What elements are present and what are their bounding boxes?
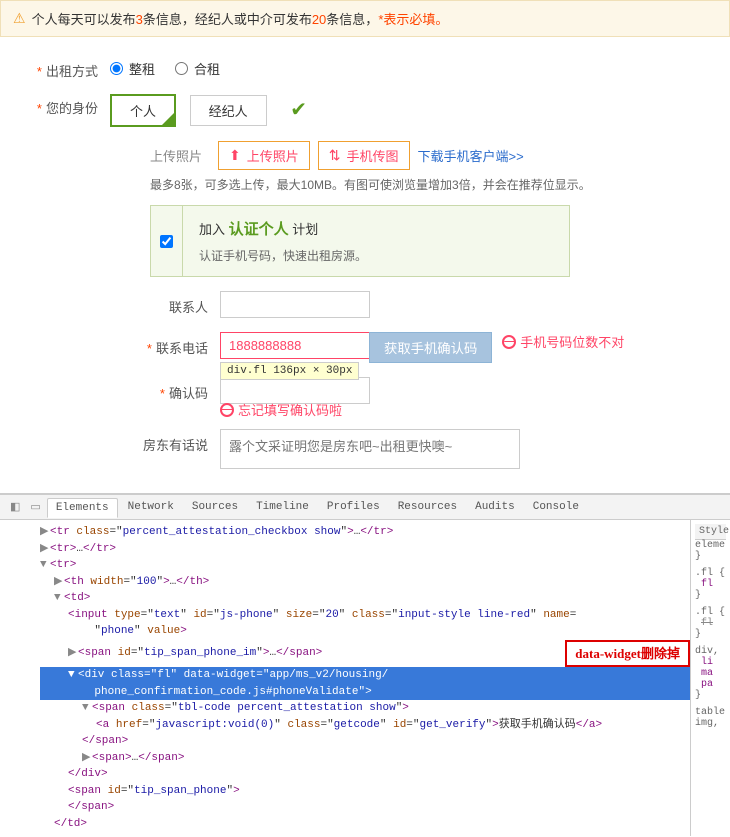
tab-audits[interactable]: Audits [467,498,523,516]
tab-agent[interactable]: 经纪人 [190,95,267,126]
label-comment: 房东有话说 [20,429,220,454]
row-phone: *联系电话 获取手机确认码 —手机号码位数不对 div.fl 136px × 3… [20,332,710,363]
radio-share[interactable]: 合租 [175,59,220,78]
upload-label: 上传照片 [150,146,202,165]
tab-console[interactable]: Console [525,498,587,516]
row-contact: 联系人 [20,291,710,318]
tab-network[interactable]: Network [120,498,182,516]
warning-icon: ⚠ [13,10,26,27]
tab-sources[interactable]: Sources [184,498,246,516]
tab-elements[interactable]: Elements [47,498,118,518]
code-error: —忘记填写确认码啦 [220,400,710,419]
label-phone: *联系电话 [20,332,220,357]
label-identity: *您的身份 [20,94,110,117]
notice-bar: ⚠ 个人每天可以发布3条信息，经纪人或中介可发布20条信息，*表示必填。 [0,0,730,37]
row-identity: *您的身份 个人 经纪人 ✔ [20,94,710,127]
notice-text: 个人每天可以发布3条信息，经纪人或中介可发布20条信息，*表示必填。 [32,9,449,28]
device-icon[interactable]: ▭ [26,500,44,514]
row-comment: 房东有话说 [20,429,710,469]
upload-section: 上传照片 ⬆上传照片 ⇅手机传图 下载手机客户端>> 最多8张，可多选上传，最大… [150,141,710,277]
radio-share-input[interactable] [175,62,188,75]
upload-hint: 最多8张，可多选上传，最大10MB。有图可使浏览量增加3倍，并会在推荐位显示。 [150,176,710,193]
check-icon: ✔ [290,99,307,121]
label-contact: 联系人 [20,291,220,316]
cert-sub: 认证手机号码，快速出租房源。 [199,247,367,264]
devtools-tabs: ◧ ▭ Elements Network Sources Timeline Pr… [0,495,730,520]
upload-photo-button[interactable]: ⬆上传照片 [218,141,310,170]
error-icon: — [220,403,234,417]
inspector-tooltip: div.fl 136px × 30px [220,362,359,380]
form-area: *出租方式 整租 合租 *您的身份 个人 经纪人 ✔ 上传照片 ⬆上传照片 ⇅手… [0,37,730,493]
devtools-styles-pane[interactable]: Style eleme } .fl { fl } .fl { fl } div,… [690,520,730,836]
phone-error: —手机号码位数不对 [502,332,624,351]
tab-timeline[interactable]: Timeline [248,498,317,516]
cert-box: 加入 认证个人 计划 认证手机号码，快速出租房源。 [150,205,570,277]
tab-personal[interactable]: 个人 [110,94,176,127]
label-rent-type: *出租方式 [20,57,110,80]
row-rent-type: *出租方式 整租 合租 [20,57,710,80]
error-icon: — [502,335,516,349]
comment-textarea[interactable] [220,429,520,469]
tab-resources[interactable]: Resources [390,498,465,516]
download-client-link[interactable]: 下载手机客户端>> [418,146,524,165]
tab-profiles[interactable]: Profiles [319,498,388,516]
radio-whole-input[interactable] [110,62,123,75]
devtools-dom-tree[interactable]: ▶<tr class="percent_attestation_checkbox… [0,520,690,836]
upload-icon: ⬆ [229,147,241,164]
contact-input[interactable] [220,291,370,318]
phone-input[interactable] [220,332,370,359]
devtools-panel: ◧ ▭ Elements Network Sources Timeline Pr… [0,493,730,836]
radio-whole[interactable]: 整租 [110,59,155,78]
annotation-label: data-widget删除掉 [565,640,690,668]
inspect-icon[interactable]: ◧ [6,500,24,514]
phone-icon: ⇅ [329,147,341,164]
get-code-button[interactable]: 获取手机确认码 [369,332,492,363]
cert-title: 加入 认证个人 计划 [199,218,367,239]
cert-checkbox[interactable] [160,235,173,248]
phone-upload-button[interactable]: ⇅手机传图 [318,141,410,170]
label-code: *确认码 [20,377,220,402]
